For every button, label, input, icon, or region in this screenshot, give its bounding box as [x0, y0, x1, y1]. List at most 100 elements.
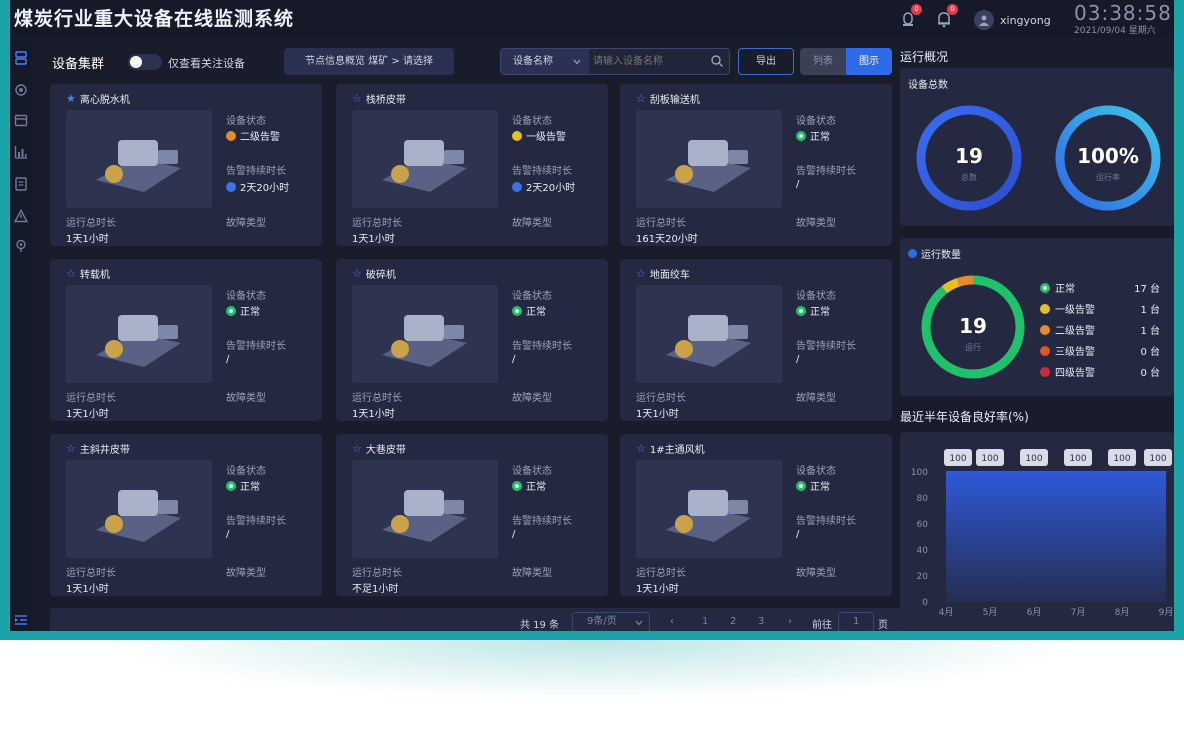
- nav-device-cluster[interactable]: [14, 50, 28, 65]
- device-card[interactable]: ☆ 破碎机 设备状态 正常 告警持续时长 / 运行总时长 1天1小时 故障类型: [336, 259, 608, 421]
- list-view-button[interactable]: 列表: [800, 48, 846, 75]
- good-rate-area: [946, 472, 1166, 602]
- notification-button[interactable]: 0: [936, 4, 958, 28]
- good-rate-chart-panel: 0 20 40 60 80 100 4月 100 5月 100 6月 100 7月 100 8月 100 9月 1…: [900, 432, 1174, 631]
- device-image: [66, 460, 212, 558]
- status-dot-icon: [796, 305, 806, 316]
- alarm-duration-value: /: [796, 529, 799, 540]
- run-total-label: 运行总时长: [352, 218, 402, 229]
- alarm-duration-text: /: [226, 529, 230, 540]
- legend-item: 正常 17 台: [1040, 280, 1160, 295]
- page-1-button[interactable]: 1: [702, 616, 708, 627]
- nav-location[interactable]: [14, 238, 28, 252]
- device-card[interactable]: ☆ 1#主通风机 设备状态 正常 告警持续时长 / 运行总时长 1天1小时 故障类型: [620, 434, 892, 596]
- nav-statistics[interactable]: [14, 144, 28, 159]
- chart-view-button[interactable]: 图示: [846, 48, 892, 75]
- status-label: 设备状态: [512, 466, 552, 477]
- favorites-toggle[interactable]: [128, 54, 162, 70]
- good-rate-chart: 0 20 40 60 80 100 4月 100 5月 100 6月 100 7月 100 8月 100 9月 1…: [911, 449, 1173, 618]
- run-total-value: 161天20小时: [636, 234, 698, 245]
- legend-count: 17 台: [1134, 284, 1160, 295]
- run-total-label: 运行总时长: [66, 218, 116, 229]
- device-image: [636, 460, 782, 558]
- legend-label: 正常: [1055, 284, 1075, 295]
- legend-count: 1 台: [1140, 305, 1160, 316]
- star-icon[interactable]: ☆: [66, 267, 76, 280]
- chart-title: 最近半年设备良好率(%): [900, 410, 1029, 424]
- device-card[interactable]: ☆ 转载机 设备状态 正常 告警持续时长 / 运行总时长 1天1小时 故障类型: [50, 259, 322, 421]
- prev-page-button[interactable]: ‹: [670, 616, 674, 627]
- star-icon[interactable]: ☆: [636, 267, 646, 280]
- run-total-label: 运行总时长: [66, 393, 116, 404]
- status-text: 正常: [810, 132, 830, 143]
- total-count: 共 19 条: [520, 620, 560, 631]
- export-button[interactable]: 导出: [738, 48, 794, 75]
- device-name-row: ☆ 转载机: [66, 266, 110, 281]
- legend-dot-icon: [1040, 345, 1050, 356]
- page-3-button[interactable]: 3: [758, 616, 764, 627]
- data-label: 100: [1025, 454, 1042, 464]
- nav-reports[interactable]: [14, 176, 28, 191]
- run-total-value: 1天1小时: [352, 409, 395, 420]
- legend-dot-icon: [1040, 303, 1050, 314]
- legend-label: 二级告警: [1055, 326, 1095, 337]
- device-card[interactable]: ☆ 主斜井皮带 设备状态 正常 告警持续时长 / 运行总时长 1天1小时 故障类型: [50, 434, 322, 596]
- rate-value: 100%: [1077, 144, 1139, 168]
- server-icon: [15, 51, 27, 65]
- device-card[interactable]: ☆ 刮板输送机 设备状态 正常 告警持续时长 / 运行总时长 161天20小时 故障类型: [620, 84, 892, 246]
- page-size-select[interactable]: 9条/页: [572, 612, 650, 631]
- run-total-value: 1天1小时: [66, 409, 109, 420]
- total-caption: 总数: [961, 173, 977, 182]
- star-icon[interactable]: ☆: [66, 442, 76, 455]
- device-card[interactable]: ☆ 栈桥皮带 设备状态 一级告警 告警持续时长 2天20小时 运行总时长 1天1小时 故障类型: [336, 84, 608, 246]
- star-icon[interactable]: ☆: [352, 267, 362, 280]
- search-input[interactable]: [593, 51, 703, 72]
- status-dot-icon: [512, 305, 522, 316]
- x-tick-label: 5月: [983, 607, 998, 618]
- fault-type-label: 故障类型: [512, 218, 552, 229]
- bell-badge: 0: [947, 4, 958, 15]
- status-value: 正常: [796, 128, 830, 143]
- search-icon[interactable]: [710, 54, 724, 68]
- legend-dot-icon: [1040, 324, 1050, 335]
- page-size-value: 9条/页: [587, 616, 617, 627]
- star-icon[interactable]: ☆: [636, 442, 646, 455]
- device-card[interactable]: ★ 离心脱水机 设备状态 二级告警 告警持续时长 2天20小时 运行总时长 1天1小时 故障类型: [50, 84, 322, 246]
- x-tick-label: 8月: [1115, 607, 1130, 618]
- y-tick-label: 20: [917, 572, 929, 582]
- collapse-nav-button[interactable]: [14, 612, 28, 626]
- status-value: 正常: [226, 303, 260, 318]
- alarm-badge: 0: [911, 4, 922, 15]
- page-unit: 页: [878, 620, 888, 631]
- search-field-select[interactable]: 设备名称: [501, 49, 589, 74]
- alarm-button[interactable]: 0: [900, 4, 922, 28]
- alarm-duration-value: /: [226, 529, 229, 540]
- star-filled-icon[interactable]: ★: [66, 92, 76, 105]
- section-dot-icon: [908, 249, 917, 258]
- nav-monitor[interactable]: [14, 82, 28, 96]
- run-total-value: 1天1小时: [636, 584, 679, 595]
- nav-calendar[interactable]: [14, 112, 28, 127]
- fault-type-label: 故障类型: [796, 393, 836, 404]
- alarm-duration-value: /: [796, 354, 799, 365]
- device-name-row: ☆ 1#主通风机: [636, 441, 705, 456]
- user-menu[interactable]: xingyong: [974, 8, 1051, 32]
- pagination: 共 19 条 9条/页 ‹ 1 2 3 › 前往 1 页: [50, 608, 902, 631]
- star-icon[interactable]: ☆: [352, 92, 362, 105]
- page-title: 煤炭行业重大设备在线监测系统: [14, 8, 295, 30]
- data-label: 100: [981, 454, 998, 464]
- star-icon[interactable]: ☆: [636, 92, 646, 105]
- device-card[interactable]: ☆ 地面绞车 设备状态 正常 告警持续时长 / 运行总时长 1天1小时 故障类型: [620, 259, 892, 421]
- y-tick-label: 60: [917, 520, 929, 530]
- status-dot-icon: [796, 130, 806, 141]
- status-value: 正常: [226, 478, 260, 493]
- page-2-button[interactable]: 2: [730, 616, 736, 627]
- nav-alarms[interactable]: [13, 208, 29, 223]
- status-value: 一级告警: [512, 128, 566, 143]
- warning-icon: [13, 209, 29, 223]
- node-breadcrumb[interactable]: 节点信息概览 煤矿 > 请选择: [284, 48, 454, 75]
- device-card[interactable]: ☆ 大巷皮带 设备状态 正常 告警持续时长 / 运行总时长 不足1小时 故障类型: [336, 434, 608, 596]
- star-icon[interactable]: ☆: [352, 442, 362, 455]
- goto-page-input[interactable]: 1: [838, 612, 874, 631]
- next-page-button[interactable]: ›: [788, 616, 792, 627]
